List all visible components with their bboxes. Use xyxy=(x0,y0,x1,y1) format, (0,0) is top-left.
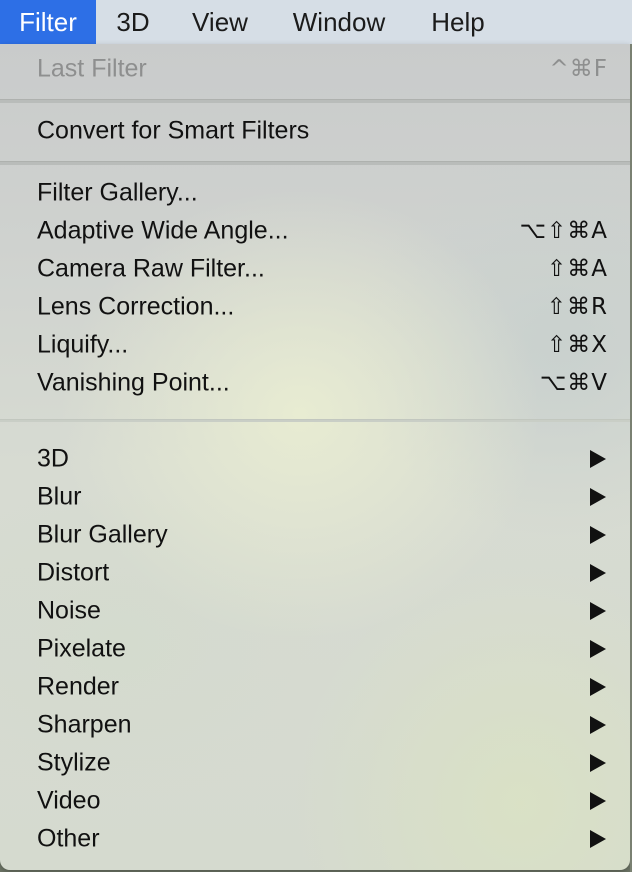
menu-separator xyxy=(0,99,630,103)
menu-item-label: Vanishing Point... xyxy=(37,368,230,397)
chevron-right-icon xyxy=(590,716,606,734)
menubar-filter[interactable]: Filter xyxy=(0,0,96,44)
menubar-window[interactable]: Window xyxy=(270,0,408,44)
menubar-view[interactable]: View xyxy=(170,0,270,44)
menu-item-label: Last Filter xyxy=(37,54,147,83)
menu-item-label: Liquify... xyxy=(37,330,129,359)
menu-item-other[interactable]: Other xyxy=(0,820,630,858)
menubar-help[interactable]: Help xyxy=(408,0,508,44)
chevron-right-icon xyxy=(590,564,606,582)
menu-item-label: Pixelate xyxy=(37,634,126,663)
menu-item-label: 3D xyxy=(37,444,69,473)
menu-item-stylize[interactable]: Stylize xyxy=(0,744,630,782)
menu-item-noise[interactable]: Noise xyxy=(0,592,630,630)
menu-item-label: Render xyxy=(37,672,119,701)
menu-item-label: Convert for Smart Filters xyxy=(37,116,310,145)
menu-item-vanishing-point[interactable]: Vanishing Point... ⌥⌘V xyxy=(0,364,630,402)
menu-item-label: Stylize xyxy=(37,748,111,777)
menu-bar: Filter 3D View Window Help xyxy=(0,0,632,44)
menu-item-label: Other xyxy=(37,824,100,853)
chevron-right-icon xyxy=(590,488,606,506)
chevron-right-icon xyxy=(590,792,606,810)
chevron-right-icon xyxy=(590,526,606,544)
menu-item-label: Distort xyxy=(37,558,110,587)
menubar-3d[interactable]: 3D xyxy=(96,0,170,44)
chevron-right-icon xyxy=(590,602,606,620)
menu-item-shortcut: ⌥⇧⌘A xyxy=(519,218,608,244)
menu-item-lens-correction[interactable]: Lens Correction... ⇧⌘R xyxy=(0,288,630,326)
menu-item-label: Camera Raw Filter... xyxy=(37,254,265,283)
menu-item-shortcut: ⇧⌘X xyxy=(546,332,608,358)
menu-item-sharpen[interactable]: Sharpen xyxy=(0,706,630,744)
menu-item-filter-gallery[interactable]: Filter Gallery... xyxy=(0,174,630,212)
menu-item-shortcut: ⇧⌘R xyxy=(546,294,608,320)
menu-item-label: Blur xyxy=(37,482,82,511)
menu-item-render[interactable]: Render xyxy=(0,668,630,706)
menu-item-label: Blur Gallery xyxy=(37,520,168,549)
menu-item-convert-smart-filters[interactable]: Convert for Smart Filters xyxy=(0,112,630,150)
menu-separator xyxy=(0,161,630,165)
menu-separator xyxy=(0,419,630,422)
menu-item-adaptive-wide-angle[interactable]: Adaptive Wide Angle... ⌥⇧⌘A xyxy=(0,212,630,250)
menu-item-shortcut: ⇧⌘A xyxy=(546,256,608,282)
menu-item-label: Video xyxy=(37,786,101,815)
chevron-right-icon xyxy=(590,450,606,468)
menu-item-shortcut: ⌥⌘V xyxy=(539,370,608,396)
chevron-right-icon xyxy=(590,830,606,848)
chevron-right-icon xyxy=(590,678,606,696)
menu-item-label: Adaptive Wide Angle... xyxy=(37,216,289,245)
menu-item-liquify[interactable]: Liquify... ⇧⌘X xyxy=(0,326,630,364)
menu-item-shortcut: ^⌘F xyxy=(549,56,608,82)
menu-item-label: Filter Gallery... xyxy=(37,178,198,207)
menu-item-label: Sharpen xyxy=(37,710,132,739)
menu-item-camera-raw-filter[interactable]: Camera Raw Filter... ⇧⌘A xyxy=(0,250,630,288)
menu-item-3d[interactable]: 3D xyxy=(0,440,630,478)
menu-item-last-filter: Last Filter ^⌘F xyxy=(0,50,630,88)
chevron-right-icon xyxy=(590,754,606,772)
menu-item-label: Noise xyxy=(37,596,101,625)
menu-item-blur[interactable]: Blur xyxy=(0,478,630,516)
menu-item-pixelate[interactable]: Pixelate xyxy=(0,630,630,668)
chevron-right-icon xyxy=(590,640,606,658)
menu-item-blur-gallery[interactable]: Blur Gallery xyxy=(0,516,630,554)
filter-dropdown-menu: Last Filter ^⌘F Convert for Smart Filter… xyxy=(0,44,630,870)
menu-item-video[interactable]: Video xyxy=(0,782,630,820)
menu-item-label: Lens Correction... xyxy=(37,292,235,321)
menu-item-distort[interactable]: Distort xyxy=(0,554,630,592)
